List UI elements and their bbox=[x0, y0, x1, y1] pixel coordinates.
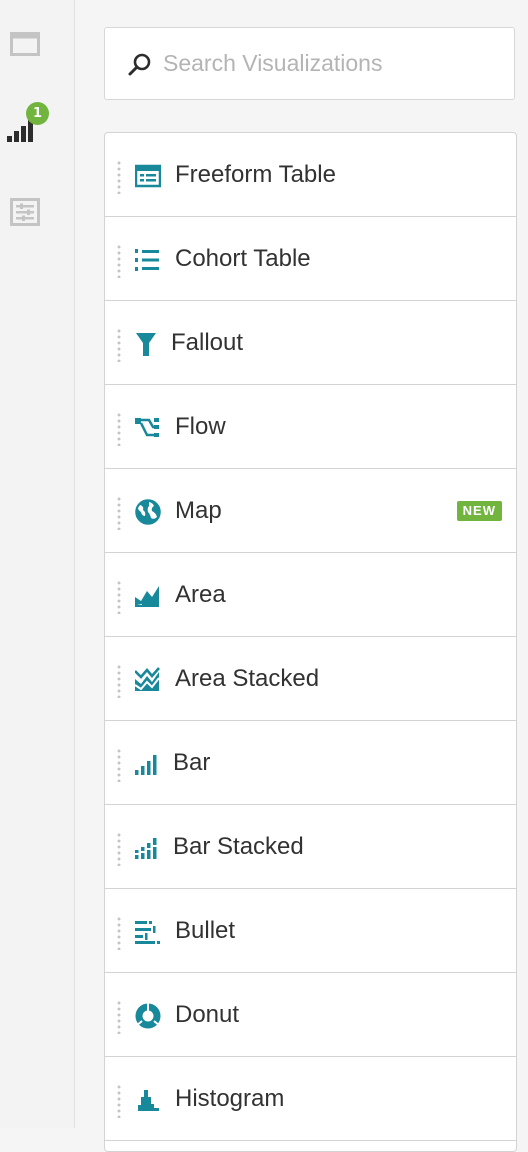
visualization-label: Flow bbox=[175, 413, 226, 440]
visualization-list: Freeform Table Cohort Table Fallout Flow… bbox=[104, 132, 517, 1152]
donut-icon bbox=[135, 1003, 161, 1029]
drag-handle-icon[interactable] bbox=[117, 916, 121, 950]
visualization-item-bar[interactable]: Bar bbox=[105, 721, 516, 805]
visualization-item-area-stacked[interactable]: Area Stacked bbox=[105, 637, 516, 721]
drag-handle-icon[interactable] bbox=[117, 832, 121, 866]
cohort-table-icon bbox=[135, 247, 161, 273]
drag-handle-icon[interactable] bbox=[117, 160, 121, 194]
drag-handle-icon[interactable] bbox=[117, 580, 121, 614]
visualization-label: Map bbox=[175, 497, 222, 524]
visualization-item-histogram[interactable]: Histogram bbox=[105, 1057, 516, 1141]
visualization-label: Area bbox=[175, 581, 226, 608]
freeform-table-icon bbox=[135, 163, 161, 189]
drag-handle-icon[interactable] bbox=[117, 1000, 121, 1034]
visualization-item-flow[interactable]: Flow bbox=[105, 385, 516, 469]
visualization-label: Bar Stacked bbox=[173, 833, 304, 860]
area-icon bbox=[135, 583, 161, 609]
drag-handle-icon[interactable] bbox=[117, 412, 121, 446]
components-icon bbox=[10, 198, 40, 226]
new-badge: NEW bbox=[456, 501, 502, 521]
visualization-label: Bar bbox=[173, 749, 211, 776]
visualization-label: Histogram bbox=[175, 1085, 285, 1112]
visualization-label: Fallout bbox=[171, 329, 244, 356]
rail-components-button[interactable] bbox=[0, 186, 74, 242]
search-box[interactable] bbox=[104, 27, 515, 100]
bullet-icon bbox=[135, 919, 161, 945]
fallout-icon bbox=[135, 331, 161, 357]
visualization-item-area[interactable]: Area bbox=[105, 553, 516, 637]
visualization-item-freeform-table[interactable]: Freeform Table bbox=[105, 133, 516, 217]
visualization-label: Area Stacked bbox=[175, 665, 320, 692]
visualization-label: Bullet bbox=[175, 917, 236, 944]
search-icon bbox=[128, 53, 151, 76]
visualization-label: Donut bbox=[175, 1001, 240, 1028]
visualization-item-bullet[interactable]: Bullet bbox=[105, 889, 516, 973]
drag-handle-icon[interactable] bbox=[117, 496, 121, 530]
search-input[interactable] bbox=[163, 28, 503, 99]
drag-handle-icon[interactable] bbox=[117, 664, 121, 698]
drag-handle-icon[interactable] bbox=[117, 1084, 121, 1118]
drag-handle-icon[interactable] bbox=[117, 244, 121, 278]
drag-handle-icon[interactable] bbox=[117, 748, 121, 782]
histogram-icon bbox=[135, 1087, 161, 1113]
map-icon bbox=[135, 499, 161, 525]
panel-icon bbox=[10, 32, 40, 56]
bar-icon bbox=[135, 751, 161, 777]
area-stacked-icon bbox=[135, 667, 161, 693]
left-rail: 1 bbox=[0, 0, 75, 1128]
visualization-item-fallout[interactable]: Fallout bbox=[105, 301, 516, 385]
visualization-label: Freeform Table bbox=[175, 161, 336, 188]
bar-stacked-icon bbox=[135, 835, 161, 861]
visualization-item-bar-stacked[interactable]: Bar Stacked bbox=[105, 805, 516, 889]
visualization-item-map[interactable]: Map NEW bbox=[105, 469, 516, 553]
rail-panels-button[interactable] bbox=[0, 18, 74, 74]
visualization-item-donut[interactable]: Donut bbox=[105, 973, 516, 1057]
drag-handle-icon[interactable] bbox=[117, 328, 121, 362]
visualizations-count-badge: 1 bbox=[26, 102, 49, 125]
visualization-item-cohort-table[interactable]: Cohort Table bbox=[105, 217, 516, 301]
flow-icon bbox=[135, 415, 161, 441]
visualization-label: Cohort Table bbox=[175, 245, 311, 272]
